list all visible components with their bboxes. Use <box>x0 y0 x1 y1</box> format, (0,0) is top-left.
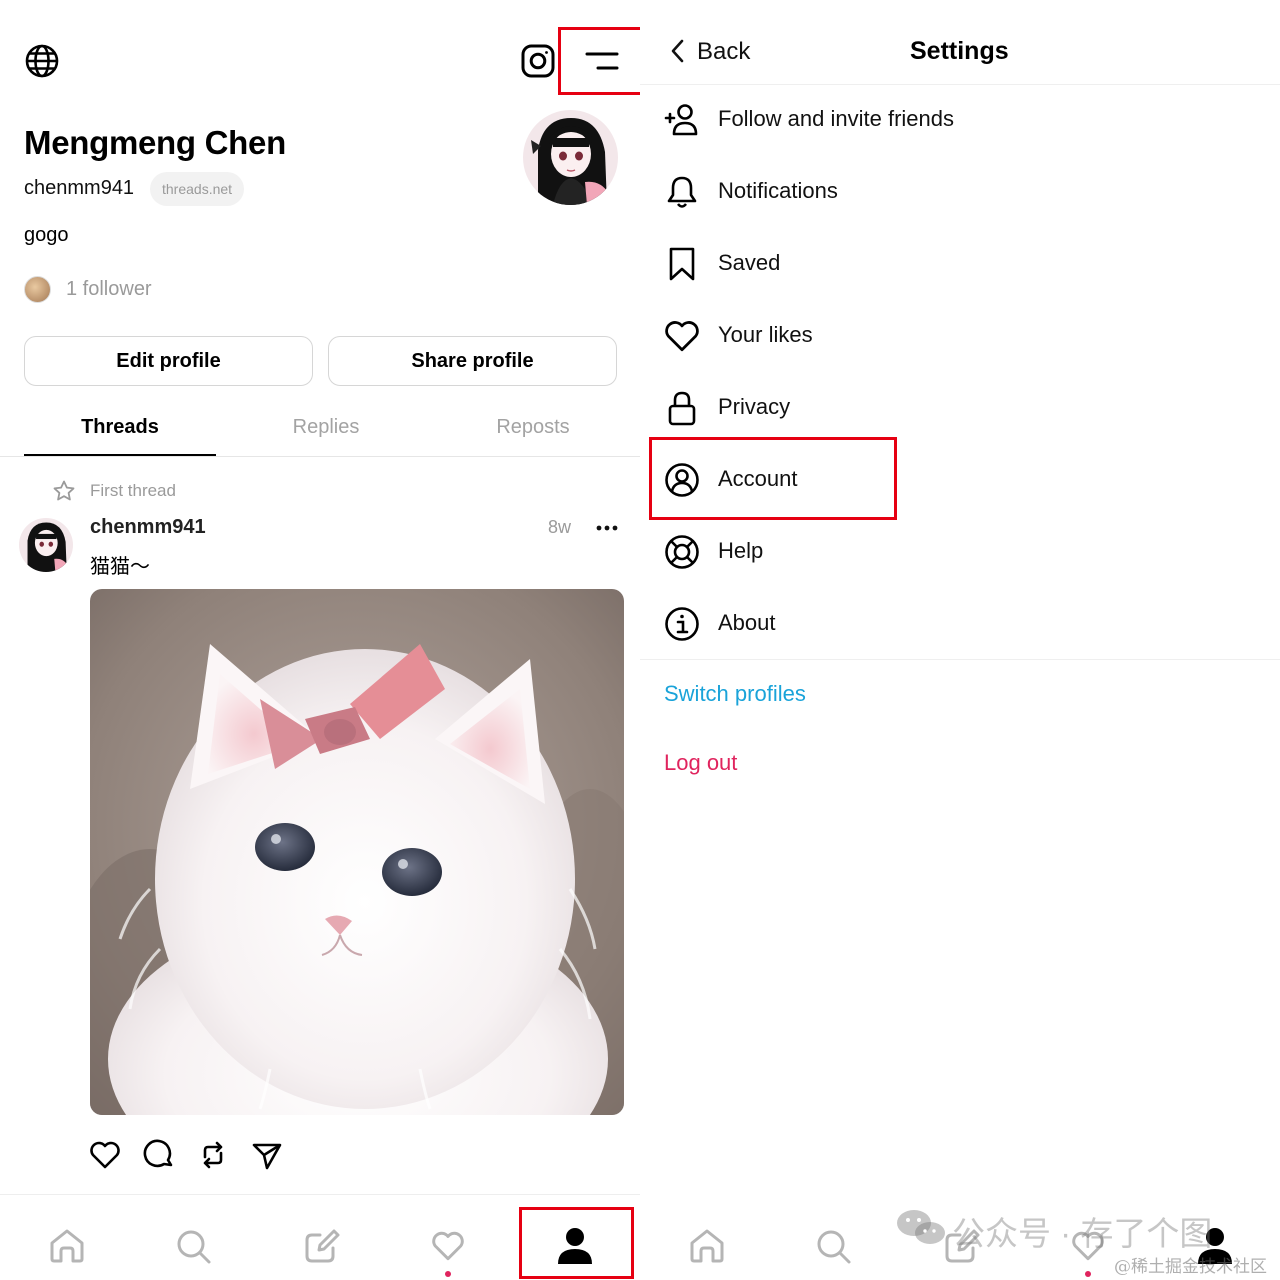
lock-icon <box>664 390 700 426</box>
follower-avatar <box>24 276 51 303</box>
post-text: 猫猫～ <box>90 556 150 578</box>
settings-screen: Back Settings Follow and invite friends … <box>640 0 1280 1280</box>
comment-icon[interactable] <box>142 1138 176 1172</box>
switch-profiles-button[interactable]: Switch profiles <box>664 681 806 707</box>
instagram-icon[interactable] <box>520 43 556 79</box>
settings-item-notifications[interactable]: Notifications <box>640 156 1280 228</box>
back-button[interactable]: Back <box>697 38 750 66</box>
post-author[interactable]: chenmm941 <box>90 516 206 539</box>
activity-notification-dot <box>445 1271 451 1277</box>
settings-item-about[interactable]: About <box>640 588 1280 660</box>
watermark-subtext: @稀土掘金技术社区 <box>1114 1257 1267 1277</box>
nav-search-icon[interactable] <box>175 1228 213 1266</box>
chevron-left-icon[interactable] <box>668 38 688 64</box>
more-options-icon[interactable] <box>596 522 618 534</box>
post-image[interactable] <box>90 589 624 1115</box>
page-title: Settings <box>910 37 1009 65</box>
bell-icon <box>664 174 700 210</box>
follower-count[interactable]: 1 follower <box>66 278 152 301</box>
repost-icon[interactable] <box>196 1138 230 1172</box>
heart-icon <box>664 318 700 354</box>
settings-item-saved[interactable]: Saved <box>640 228 1280 300</box>
profile-screen: Mengmeng Chen chenmm941 threads.net gogo… <box>0 0 640 1280</box>
active-tab-indicator <box>24 454 216 456</box>
bookmark-icon <box>664 246 700 282</box>
nav-search-icon[interactable] <box>815 1228 853 1266</box>
settings-item-follow-invite[interactable]: Follow and invite friends <box>640 84 1280 156</box>
pinned-label: First thread <box>90 481 176 500</box>
settings-item-label: About <box>718 610 776 635</box>
profile-bio: gogo <box>24 224 69 246</box>
settings-item-label: Saved <box>718 250 781 275</box>
menu-highlight-box <box>558 27 640 95</box>
star-icon <box>52 479 76 503</box>
tab-threads[interactable]: Threads <box>24 416 216 439</box>
nav-home-icon[interactable] <box>48 1228 86 1264</box>
profile-name: Mengmeng Chen <box>24 124 286 161</box>
bottom-nav-divider <box>0 1194 640 1195</box>
wechat-logo-icon <box>896 1208 946 1248</box>
edit-profile-button[interactable]: Edit profile <box>24 336 313 386</box>
tabs-divider <box>0 456 640 457</box>
activity-notification-dot <box>1085 1271 1091 1277</box>
settings-item-your-likes[interactable]: Your likes <box>640 300 1280 372</box>
like-icon[interactable] <box>88 1138 122 1172</box>
settings-item-help[interactable]: Help <box>640 516 1280 588</box>
log-out-button[interactable]: Log out <box>664 750 737 776</box>
nav-activity-icon[interactable] <box>429 1228 467 1264</box>
tab-reposts[interactable]: Reposts <box>437 416 629 439</box>
settings-item-label: Your likes <box>718 322 813 347</box>
tab-replies[interactable]: Replies <box>230 416 422 439</box>
share-icon[interactable] <box>250 1138 284 1172</box>
settings-item-label: Notifications <box>718 178 838 203</box>
post-time: 8w <box>548 517 572 537</box>
settings-item-privacy[interactable]: Privacy <box>640 372 1280 444</box>
account-highlight-box <box>649 437 897 520</box>
profile-handle: chenmm941 <box>24 177 135 199</box>
settings-divider <box>640 659 1280 660</box>
domain-badge[interactable]: threads.net <box>150 172 245 206</box>
post-author-avatar[interactable] <box>19 518 73 572</box>
share-profile-button[interactable]: Share profile <box>328 336 617 386</box>
settings-item-label: Privacy <box>718 394 791 419</box>
settings-item-label: Follow and invite friends <box>718 106 955 131</box>
globe-icon[interactable] <box>24 43 60 79</box>
profile-avatar[interactable] <box>523 110 618 205</box>
profile-nav-highlight-box <box>519 1207 634 1279</box>
nav-home-icon[interactable] <box>688 1228 726 1264</box>
settings-item-label: Help <box>718 538 764 563</box>
info-icon <box>664 606 700 642</box>
watermark-text: 公众号 · 存了个图 <box>952 1215 1213 1252</box>
lifebuoy-icon <box>664 534 700 570</box>
add-person-icon <box>664 102 700 138</box>
nav-compose-icon[interactable] <box>303 1228 341 1266</box>
